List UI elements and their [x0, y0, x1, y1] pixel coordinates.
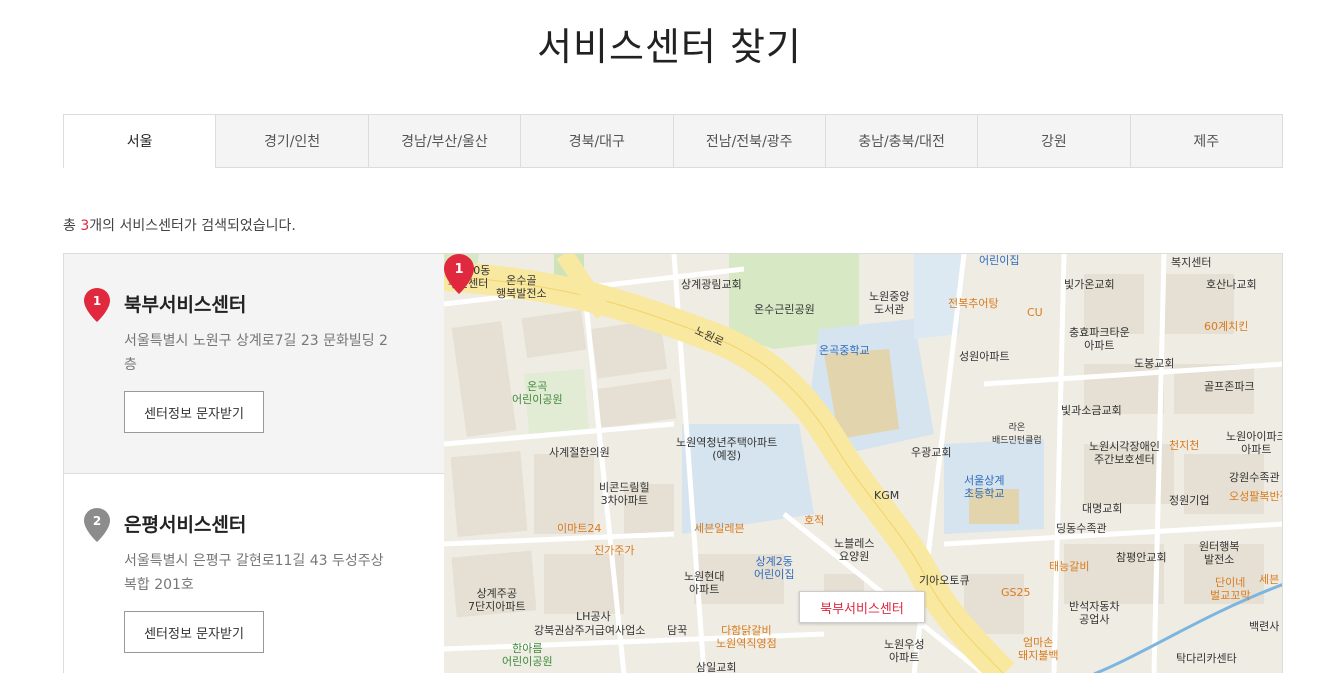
page-title: 서비스센터 찾기 [537, 25, 802, 69]
tab-gyeongbuk-daegu[interactable]: 경북/대구 [520, 115, 672, 167]
map[interactable]: 상계10동 주민센터 온수골 행복발전소 상계광림교회 온수근린공원 노원중앙 … [444, 254, 1283, 673]
map-label: 상계2동 어린이집 [754, 555, 795, 581]
map-label: 빛과소금교회 [1061, 404, 1122, 417]
location-pin-icon: 2 [84, 508, 110, 542]
map-label: GS25 [1001, 586, 1031, 599]
map-label: 오성팔복반점 [1229, 490, 1282, 503]
result-prefix: 총 [63, 218, 81, 234]
tab-jeonnam-jeonbuk-gwangju[interactable]: 전남/전북/광주 [672, 115, 825, 167]
center-address: 서울특별시 노원구 상계로7길 23 문화빌딩 2층 [124, 333, 388, 373]
map-label: 충효파크타운 아파트 [1069, 326, 1130, 352]
tab-jeju[interactable]: 제주 [1129, 115, 1282, 167]
map-label: 단이네 벌교꼬막 [1210, 576, 1251, 602]
map-label: 서울상계 초등학교 [964, 474, 1005, 500]
map-label: 정원기업 [1169, 494, 1210, 507]
center-item[interactable]: 2 은평서비스센터 서울특별시 은평구 갈현로11길 43 두성주상복합 201… [64, 474, 444, 673]
map-label: 천지천 [1169, 439, 1200, 452]
sms-info-button[interactable]: 센터정보 문자받기 [124, 611, 264, 653]
result-suffix: 개의 서비스센터가 검색되었습니다. [89, 218, 296, 234]
map-marker-number: 1 [454, 262, 463, 277]
map-label: 탁다리카센타 [1176, 652, 1237, 665]
map-label: 세븐 [1259, 573, 1280, 586]
service-center-panel: 1 북부서비스센터 서울특별시 노원구 상계로7길 23 문화빌딩 2층 센터정… [63, 253, 1283, 673]
result-count: 총 3개의 서비스센터가 검색되었습니다. [63, 215, 296, 235]
map-label: 온수골 행복발전소 [496, 274, 547, 300]
pin-number: 1 [93, 294, 101, 308]
map-label: 60계치킨 [1204, 320, 1249, 333]
map-label: 온수근린공원 [754, 303, 815, 316]
map-label: 전복추어탕 [948, 297, 999, 310]
map-label: 노원아이파크 아파트 [1226, 430, 1283, 456]
center-name: 북부서비스센터 [124, 294, 247, 316]
map-label: KGM [874, 489, 900, 502]
map-label: 상계주공 7단지아파트 [468, 587, 526, 613]
tab-chungnam-chungbuk-daejeon[interactable]: 충남/충북/대전 [824, 115, 977, 167]
map-marker-pin-icon[interactable]: 1 [444, 254, 474, 294]
map-label: 노원중앙 도서관 [869, 290, 910, 316]
map-label: 도봉교회 [1134, 357, 1175, 370]
map-label: 비콘드림힐 3차아파트 [599, 481, 650, 507]
map-label: 백련사 [1249, 620, 1280, 633]
map-label: 빛가온교회 [1064, 278, 1115, 291]
map-label: 엄마손 돼지불백 [1018, 636, 1059, 662]
map-marker-tooltip[interactable]: 북부서비스센터 [799, 591, 925, 623]
map-label: 성원아파트 [959, 350, 1010, 363]
map-label: 강원수족관 [1229, 471, 1280, 484]
map-label: 온곡 어린이공원 [512, 380, 563, 406]
result-count-number: 3 [80, 218, 90, 234]
map-label: 상계광림교회 [681, 278, 742, 291]
map-label: 라온 배드민턴클럽 [992, 423, 1042, 446]
map-label: 노블레스 요양원 [834, 537, 875, 563]
map-label: 세븐일레븐 [694, 522, 745, 535]
center-item[interactable]: 1 북부서비스센터 서울특별시 노원구 상계로7길 23 문화빌딩 2층 센터정… [64, 254, 444, 474]
map-label: 한아름 어린이공원 [502, 642, 553, 668]
map-label: CU [1027, 306, 1043, 319]
map-label: 호산나교회 [1206, 278, 1257, 291]
center-address: 서울특별시 은평구 갈현로11길 43 두성주상복합 201호 [124, 553, 384, 593]
sms-info-button[interactable]: 센터정보 문자받기 [124, 391, 264, 433]
map-label: 대명교회 [1082, 502, 1123, 515]
map-label: 참평안교회 [1116, 551, 1167, 564]
map-label: 이마트24 [557, 522, 602, 535]
map-label: 사계절한의원 [549, 446, 610, 459]
map-label: 딩동수족관 [1056, 522, 1107, 535]
map-label: 진가주가 [594, 544, 635, 557]
map-label: 노원역청년주택아파트 (예정) [676, 436, 778, 462]
map-label: 기아오토큐 [919, 574, 970, 587]
map-label: 다함닭갈비 노원역직영점 [716, 624, 777, 650]
tab-gyeongnam-busan-ulsan[interactable]: 경남/부산/울산 [367, 115, 520, 167]
region-tabs: 서울 경기/인천 경남/부산/울산 경북/대구 전남/전북/광주 충남/충북/대… [63, 114, 1283, 168]
map-label: 호적 [804, 514, 825, 527]
map-label: 골프존파크 [1204, 380, 1255, 393]
map-label: 어린이집 [979, 254, 1020, 267]
map-label: 원터행복 발전소 [1199, 540, 1240, 566]
map-label: 온곡중학교 [819, 344, 870, 357]
pin-number: 2 [93, 514, 101, 528]
map-label: 노원우성 아파트 [884, 638, 925, 664]
map-label: 강북권삼주거급여사업소 [534, 624, 646, 637]
map-label: 삼일교회 [696, 661, 737, 673]
tab-gyeonggi-incheon[interactable]: 경기/인천 [215, 115, 367, 167]
center-name: 은평서비스센터 [124, 514, 247, 536]
map-label: 노원시각장애인 주간보호센터 [1089, 440, 1160, 466]
map-label: 우광교회 [911, 446, 952, 459]
map-label: 노원현대 아파트 [684, 570, 725, 596]
map-label: 태능갈비 [1049, 560, 1090, 573]
map-label: 담꾹 [667, 624, 688, 637]
map-label: 복지센터 [1171, 256, 1212, 269]
location-pin-icon: 1 [84, 288, 110, 322]
map-label: LH공사 [576, 610, 611, 623]
center-list: 1 북부서비스센터 서울특별시 노원구 상계로7길 23 문화빌딩 2층 센터정… [64, 254, 444, 673]
map-label: 반석자동차 공업사 [1069, 600, 1120, 626]
tab-gangwon[interactable]: 강원 [977, 115, 1129, 167]
tab-seoul[interactable]: 서울 [64, 115, 216, 168]
